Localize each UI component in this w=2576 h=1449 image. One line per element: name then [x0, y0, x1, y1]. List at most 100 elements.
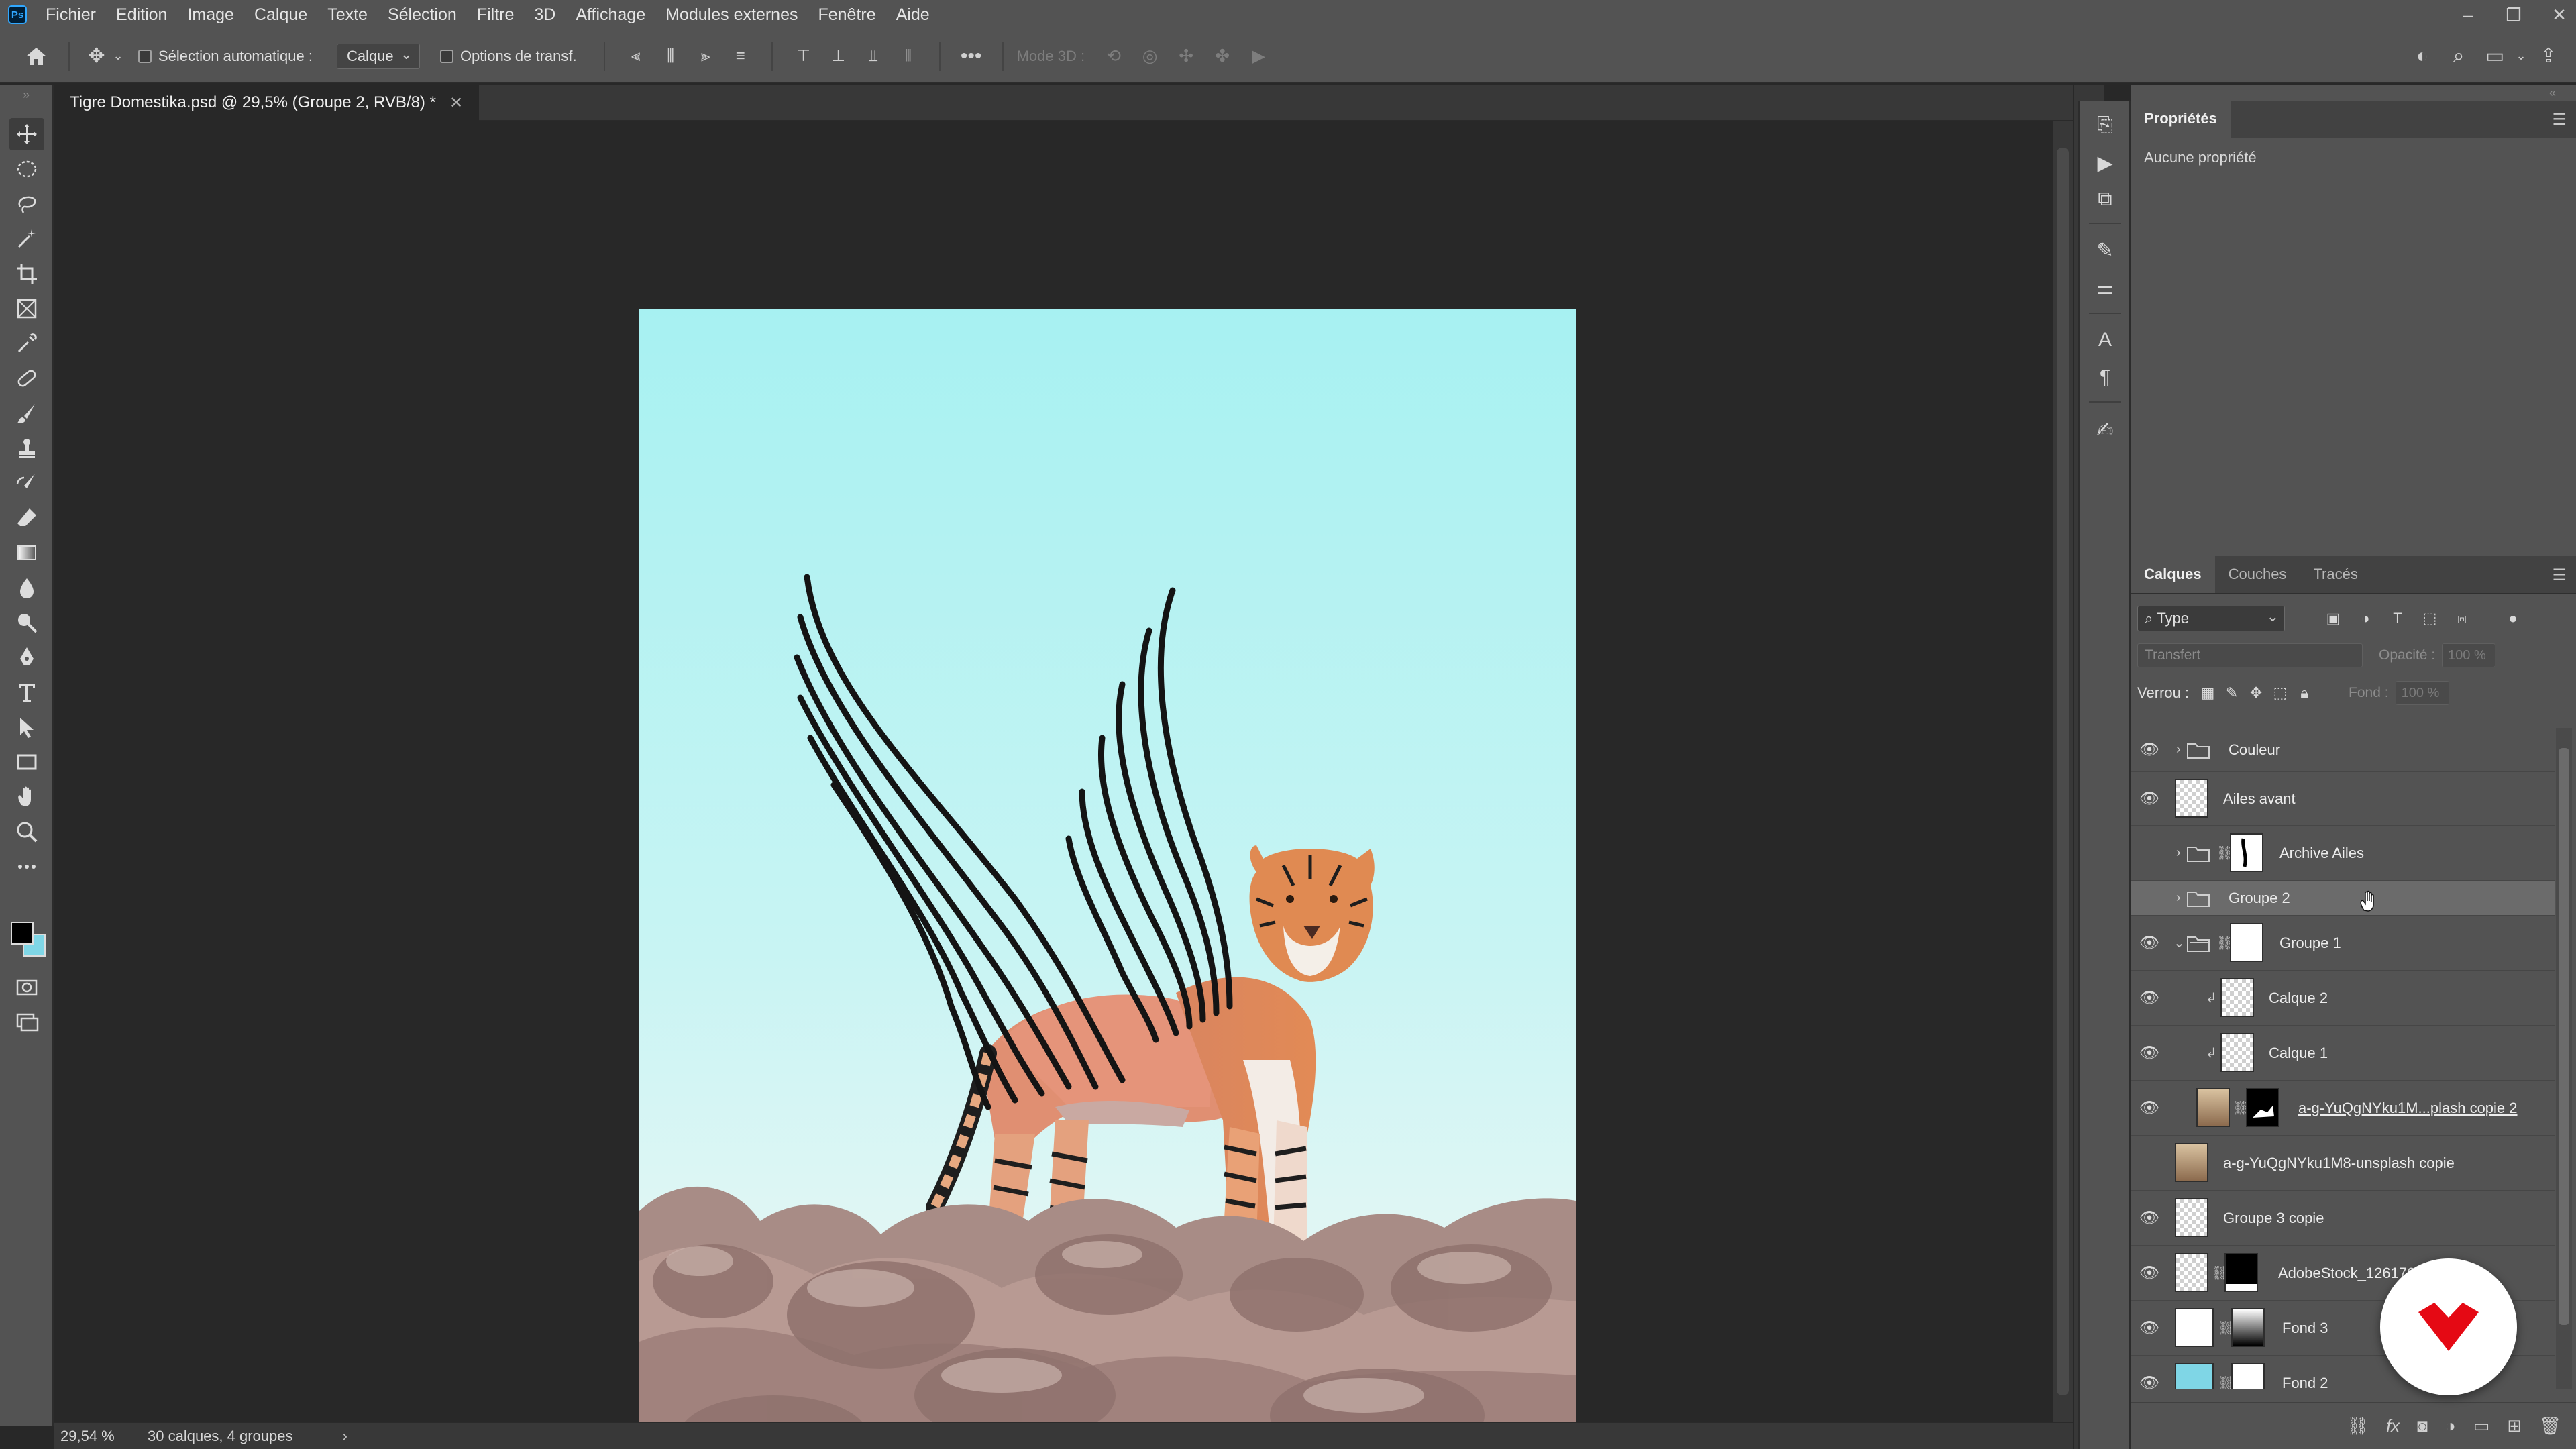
menu-texte[interactable]: Texte — [327, 5, 368, 25]
menu-modules-externes[interactable]: Modules externes — [665, 5, 798, 25]
move-tool-preset-icon[interactable]: ✥ — [83, 44, 110, 68]
magic-wand-tool-icon[interactable] — [9, 223, 44, 255]
layer-row-unsplash-copie[interactable]: · a-g-YuQgNYku1M8-unsplash copie — [2131, 1136, 2555, 1191]
clone-stamp-tool-icon[interactable] — [9, 432, 44, 464]
adjustment-layer-icon[interactable]: ◑ — [2445, 1415, 2456, 1436]
new-group-icon[interactable]: ▭ — [2473, 1415, 2490, 1436]
visibility-eye-icon[interactable]: 👁︎ — [2137, 1041, 2161, 1065]
close-icon[interactable]: ✕ — [2549, 5, 2569, 25]
dodge-tool-icon[interactable] — [9, 606, 44, 639]
document-tab[interactable]: Tigre Domestika.psd @ 29,5% (Groupe 2, R… — [54, 85, 480, 121]
quick-mask-icon[interactable] — [9, 971, 44, 1004]
slide-3d-icon[interactable]: ✤ — [1204, 46, 1240, 66]
eraser-tool-icon[interactable] — [9, 502, 44, 534]
filter-pixel-icon[interactable]: ▣ — [2322, 608, 2344, 629]
toolbox-grip[interactable]: » — [0, 85, 52, 105]
more-options-icon[interactable]: ••• — [954, 45, 989, 68]
frame-tool-icon[interactable] — [9, 292, 44, 325]
menu-selection[interactable]: Sélection — [388, 5, 457, 25]
lock-position-icon[interactable]: ✥ — [2244, 681, 2268, 705]
path-selection-tool-icon[interactable] — [9, 711, 44, 743]
menu-affichage[interactable]: Affichage — [576, 5, 645, 25]
workspace-icon[interactable]: ▭ — [2477, 44, 2513, 68]
visibility-eye-icon[interactable]: 👁︎ — [2137, 986, 2161, 1010]
document-vertical-scrollbar[interactable] — [2053, 121, 2073, 1422]
orbit-3d-icon[interactable]: ⟲ — [1095, 46, 1132, 66]
marquee-tool-icon[interactable] — [9, 153, 44, 185]
visibility-eye-icon[interactable]: 👁︎ — [2137, 1316, 2161, 1340]
notes-panel-icon[interactable]: ✍ — [2088, 415, 2123, 445]
visibility-eye-icon[interactable]: 👁︎ — [2137, 787, 2161, 811]
home-icon[interactable] — [17, 46, 55, 66]
fx-icon[interactable]: fx — [2386, 1415, 2400, 1436]
lock-all-icon[interactable]: 🔒︎ — [2292, 681, 2316, 705]
history-brush-tool-icon[interactable] — [9, 467, 44, 499]
layer-row-couleur[interactable]: 👁︎ › Couleur — [2131, 728, 2555, 772]
screen-mode-icon[interactable] — [9, 1006, 44, 1038]
auto-select-target-dropdown[interactable]: Calque — [336, 43, 420, 69]
chevron-down-icon[interactable]: ⌄ — [2174, 934, 2185, 951]
visibility-eye-icon[interactable]: 👁︎ — [2137, 1206, 2161, 1230]
distribute-vertical-icon[interactable]: ⦀ — [891, 47, 926, 66]
menu-edition[interactable]: Edition — [116, 5, 167, 25]
menu-3d[interactable]: 3D — [534, 5, 555, 25]
rectangle-tool-icon[interactable] — [9, 746, 44, 778]
visibility-toggle[interactable]: · — [2137, 1151, 2161, 1175]
tab-properties[interactable]: Propriétés — [2131, 100, 2231, 138]
visibility-toggle[interactable]: · — [2137, 841, 2161, 865]
transform-controls-checkbox[interactable] — [439, 49, 453, 63]
visibility-toggle[interactable]: · — [2137, 886, 2161, 910]
link-layers-icon[interactable]: ⛓ — [2347, 1415, 2369, 1436]
align-left-icon[interactable]: ⫷ — [619, 47, 653, 66]
zoom-level[interactable]: 29,54 % — [54, 1422, 127, 1449]
scrollbar-thumb[interactable] — [2559, 748, 2569, 1325]
distribute-horizontal-icon[interactable]: ≡ — [723, 47, 758, 66]
visibility-eye-icon[interactable]: 👁︎ — [2137, 1261, 2161, 1285]
filter-toggle-icon[interactable]: ● — [2502, 608, 2524, 629]
lock-transparency-icon[interactable]: ▦ — [2196, 681, 2220, 705]
align-center-icon[interactable]: ⫼ — [653, 47, 688, 66]
menu-calque[interactable]: Calque — [254, 5, 307, 25]
layer-filter-dropdown[interactable]: ⌕ Type — [2137, 606, 2285, 631]
lasso-tool-icon[interactable] — [9, 188, 44, 220]
filter-type-icon[interactable]: T — [2387, 608, 2408, 629]
filter-adjustment-icon[interactable]: ◑ — [2355, 608, 2376, 629]
opacity-field[interactable]: 100 % — [2442, 643, 2496, 667]
layer-row-archive-ailes[interactable]: · › ⛓ Archive Ailes — [2131, 826, 2555, 881]
photoshop-logo[interactable]: Ps — [8, 5, 27, 24]
layer-row-groupe-1[interactable]: 👁︎ ⌄ ⛓ Groupe 1 — [2131, 916, 2555, 971]
panel-grip[interactable]: « — [2131, 85, 2576, 101]
chevron-down-icon[interactable]: ⌄ — [2513, 49, 2529, 63]
visibility-eye-icon[interactable]: 👁︎ — [2137, 1371, 2161, 1389]
panel-menu-icon[interactable]: ☰ — [2552, 566, 2567, 585]
scale-3d-icon[interactable]: ▶ — [1240, 46, 1277, 66]
align-right-icon[interactable]: ⫸ — [688, 47, 723, 66]
move-tool-icon[interactable] — [9, 118, 44, 150]
edit-toolbar-icon[interactable] — [9, 851, 44, 883]
pen-tool-icon[interactable] — [9, 641, 44, 674]
zoom-tool-icon[interactable] — [9, 816, 44, 848]
character-panel-icon[interactable]: A — [2088, 325, 2123, 356]
chevron-down-icon[interactable]: ⌄ — [110, 49, 126, 63]
visibility-eye-icon[interactable]: 👁︎ — [2137, 1096, 2161, 1120]
menu-aide[interactable]: Aide — [896, 5, 930, 25]
foreground-color-swatch[interactable] — [11, 922, 34, 945]
blur-tool-icon[interactable] — [9, 572, 44, 604]
panel-menu-icon[interactable]: ☰ — [2552, 110, 2567, 129]
roll-3d-icon[interactable]: ◎ — [1132, 46, 1168, 66]
paragraph-panel-icon[interactable]: ¶ — [2088, 362, 2123, 393]
document-canvas[interactable] — [639, 309, 1576, 1449]
layer-row-ailes-avant[interactable]: 👁︎ Ailes avant — [2131, 772, 2555, 826]
tab-layers[interactable]: Calques — [2131, 555, 2215, 593]
fill-field[interactable]: 100 % — [2395, 681, 2449, 705]
user-search-icon[interactable]: ◐ — [2404, 45, 2440, 68]
scrollbar-thumb[interactable] — [2057, 148, 2069, 1395]
layer-row-groupe-3-copie[interactable]: 👁︎ Groupe 3 copie — [2131, 1191, 2555, 1246]
hand-tool-icon[interactable] — [9, 781, 44, 813]
gradient-tool-icon[interactable] — [9, 537, 44, 569]
lock-pixels-icon[interactable]: ✎ — [2220, 681, 2244, 705]
menu-filtre[interactable]: Filtre — [477, 5, 515, 25]
chevron-right-icon[interactable]: › — [2176, 890, 2181, 906]
close-tab-icon[interactable]: ✕ — [449, 93, 463, 113]
tab-paths[interactable]: Tracés — [2300, 555, 2371, 593]
